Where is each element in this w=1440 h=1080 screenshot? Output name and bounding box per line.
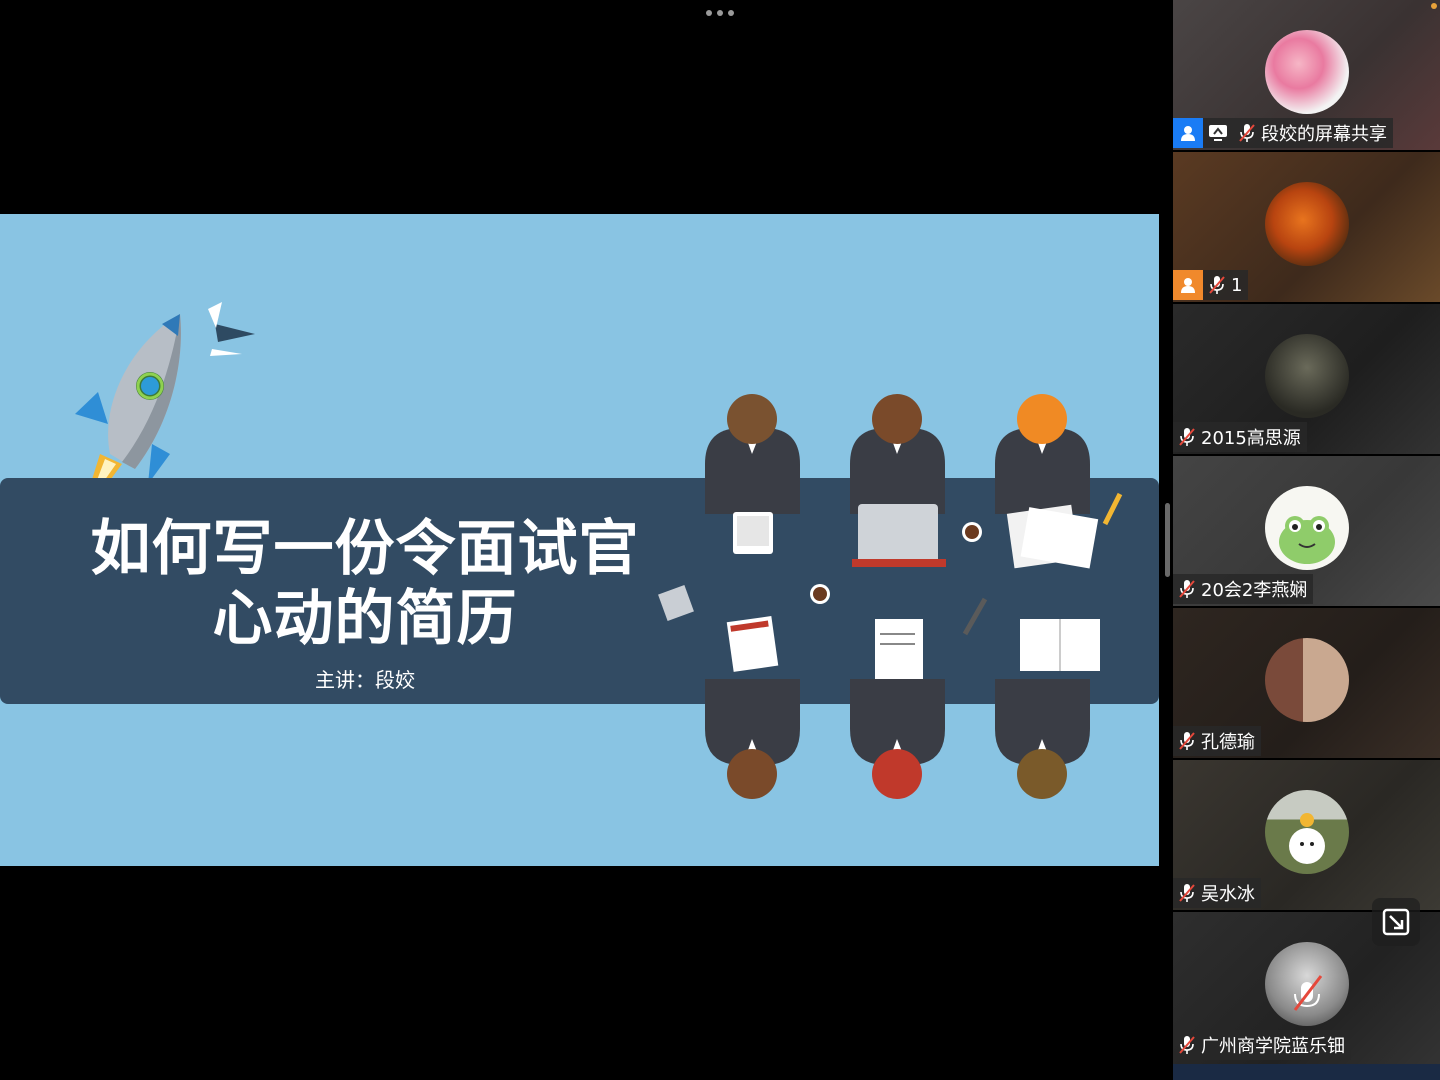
presentation-slide: 如何写一份令面试官 心动的简历 主讲：段姣 [0, 214, 1159, 866]
avatar [1265, 638, 1349, 722]
mic-muted-icon [1173, 1030, 1201, 1060]
person-icon [1173, 118, 1203, 148]
participant-name: 20会2李燕娴 [1201, 580, 1308, 601]
mic-muted-icon [1173, 726, 1201, 756]
status-dot [1431, 3, 1437, 9]
person-icon [1173, 270, 1203, 300]
avatar [1265, 790, 1349, 874]
avatar [1265, 30, 1349, 114]
mic-overlay-icon [1293, 975, 1323, 1011]
participant-name: 吴水冰 [1201, 884, 1255, 905]
minimize-gallery-button[interactable] [1372, 898, 1420, 946]
participant-tile[interactable]: 2015高思源 [1173, 304, 1440, 454]
participant-namebar: 1 [1173, 270, 1249, 300]
participant-name: 广州商学院蓝乐钿 [1201, 1036, 1345, 1057]
mic-muted-icon [1173, 574, 1201, 604]
participant-namebar: 广州商学院蓝乐钿 [1173, 1030, 1351, 1060]
participant-name: 1 [1231, 274, 1243, 296]
slide-title-line-2: 心动的简历 [212, 584, 518, 654]
participant-name: 段姣的屏幕共享 [1261, 124, 1387, 145]
avatar [1265, 486, 1349, 570]
dog-icon [1289, 813, 1325, 864]
participant-tile[interactable]: 1 [1173, 152, 1440, 302]
meeting-illustration [658, 394, 1123, 799]
participant-namebar: 2015高思源 [1173, 422, 1307, 452]
participant-tile[interactable]: 20会2李燕娴 [1173, 456, 1440, 606]
avatar [1265, 182, 1349, 266]
participant-namebar: 20会2李燕娴 [1173, 574, 1314, 604]
mic-muted-icon [1173, 878, 1201, 908]
frog-icon [1279, 516, 1335, 564]
shared-screen-area: 如何写一份令面试官 心动的简历 主讲：段姣 [0, 0, 1173, 1080]
participant-tile[interactable]: 段姣的屏幕共享 [1173, 0, 1440, 150]
mic-muted-icon [1233, 118, 1261, 148]
avatar [1265, 942, 1349, 1026]
slide-presenter: 主讲：段姣 [315, 668, 415, 692]
mic-muted-icon [1203, 270, 1231, 300]
scrollbar[interactable] [1165, 503, 1170, 577]
more-options-icon[interactable] [700, 4, 740, 22]
participant-name: 孔德瑜 [1201, 732, 1255, 753]
mic-muted-icon [1173, 422, 1201, 452]
participant-namebar: 孔德瑜 [1173, 726, 1261, 756]
next-tile-edge [1173, 1064, 1440, 1080]
participant-tile[interactable]: 孔德瑜 [1173, 608, 1440, 758]
avatar [1265, 334, 1349, 418]
participant-name: 2015高思源 [1201, 428, 1301, 449]
screen-share-icon [1203, 118, 1233, 148]
participant-namebar: 段姣的屏幕共享 [1173, 118, 1393, 148]
participant-namebar: 吴水冰 [1173, 878, 1261, 908]
collapse-icon [1382, 908, 1410, 936]
participant-tile[interactable]: 吴水冰 [1173, 760, 1440, 910]
